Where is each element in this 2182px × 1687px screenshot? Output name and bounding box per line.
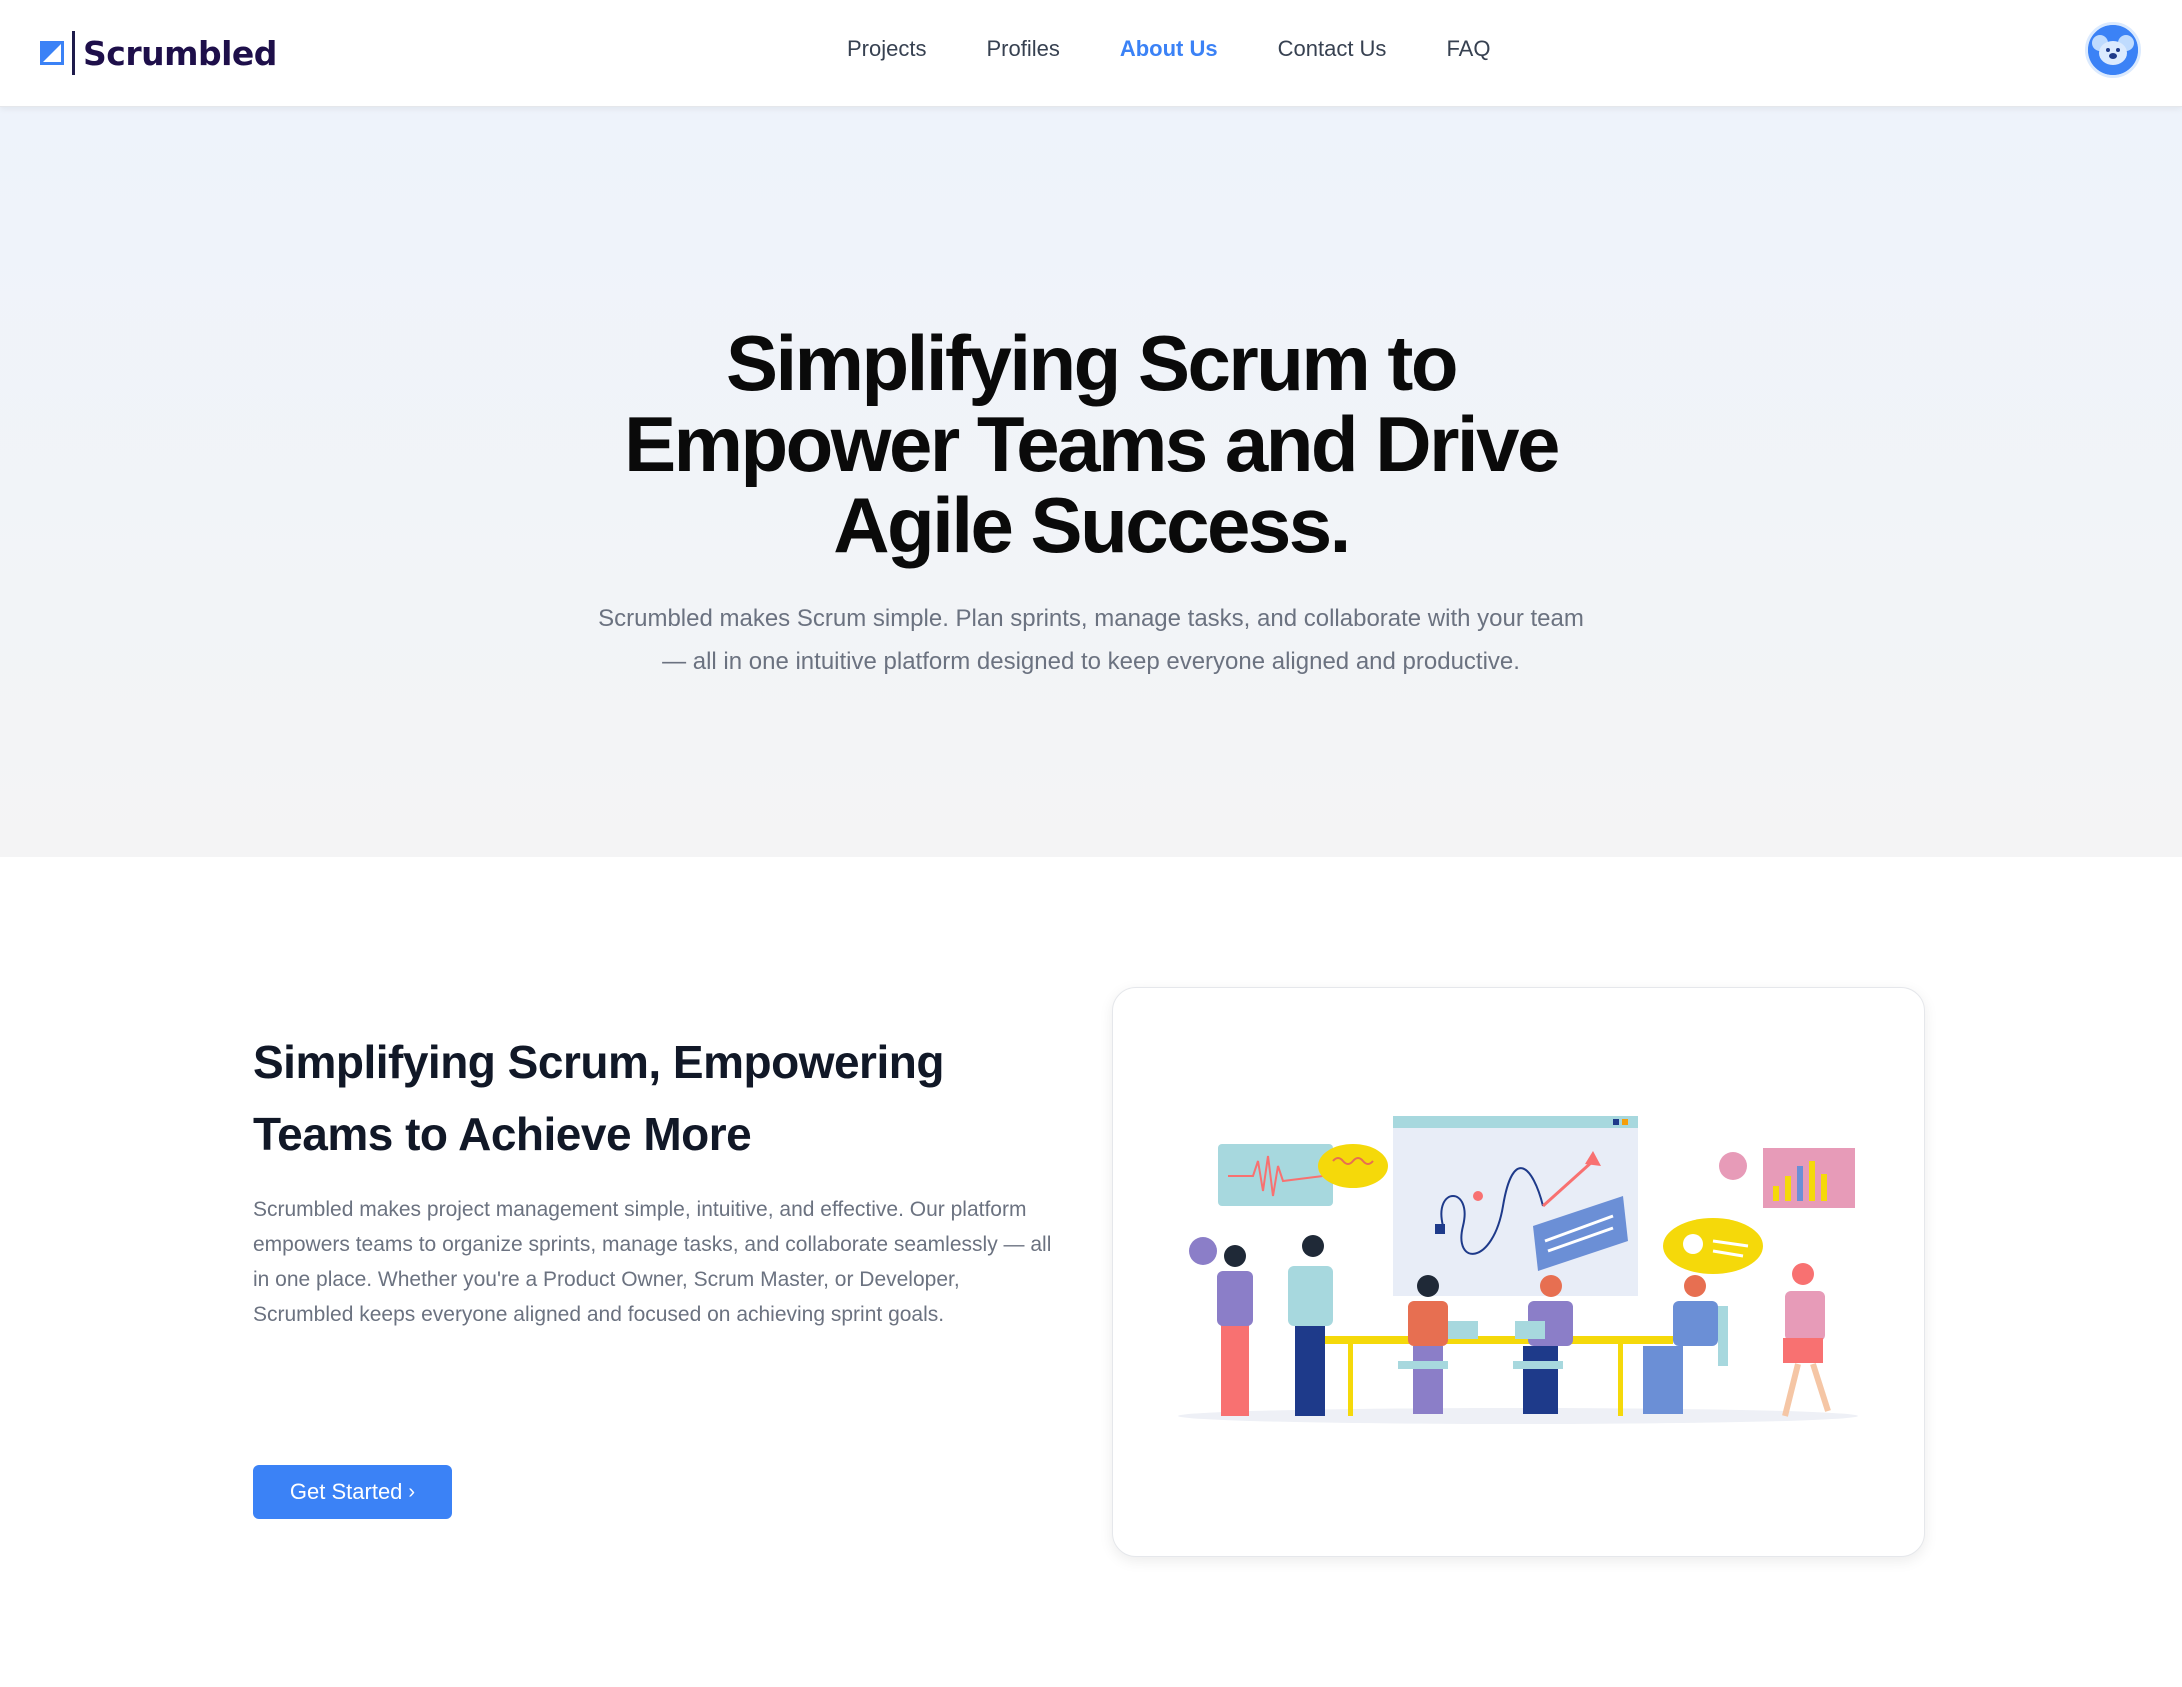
person-left-woman: [1217, 1245, 1253, 1416]
nav-projects[interactable]: Projects: [847, 36, 926, 62]
person-right-woman: [1782, 1263, 1831, 1417]
nav-faq[interactable]: FAQ: [1446, 36, 1490, 62]
nav-about-us[interactable]: About Us: [1120, 36, 1218, 62]
hero-title-line: Agile Success.: [833, 481, 1351, 569]
get-started-label: Get Started: [289, 1479, 403, 1504]
hero-section: Simplifying Scrum to Empower Teams and D…: [0, 107, 2182, 857]
koala-avatar-icon: [2088, 25, 2138, 75]
feature-description: Scrumbled makes project management simpl…: [253, 1198, 1052, 1326]
person-standing-man: [1288, 1235, 1333, 1416]
logo-mark-icon: [40, 41, 64, 65]
hero-title-line: Simplifying Scrum to: [725, 319, 1459, 407]
feature-title: Simplifying Scrum, Empowering Teams to A…: [253, 1026, 1053, 1170]
user-avatar[interactable]: [2085, 22, 2141, 78]
chevron-right-icon: ›: [408, 1480, 416, 1503]
feature-title-line: Simplifying Scrum, Empowering: [253, 1036, 944, 1088]
person-seated-3: [1643, 1275, 1718, 1414]
illustration-card: [1112, 987, 1925, 1557]
feature-title-line: Teams to Achieve More: [253, 1108, 752, 1160]
team-meeting-illustration: [1178, 1116, 1858, 1424]
site-header: Scrumbled Projects Profiles About Us Con…: [0, 0, 2182, 107]
logo-divider: [72, 31, 75, 75]
nav-contact-us[interactable]: Contact Us: [1278, 36, 1387, 62]
main-nav: Projects Profiles About Us Contact Us FA…: [847, 36, 1490, 62]
hero-subtitle: Scrumbled makes Scrum simple. Plan sprin…: [598, 605, 1584, 675]
logo[interactable]: Scrumbled: [40, 30, 277, 76]
nav-profiles[interactable]: Profiles: [986, 36, 1059, 62]
brand-name: Scrumbled: [83, 33, 277, 73]
hero-title-line: Empower Teams and Drive: [624, 400, 1560, 488]
get-started-button[interactable]: Get Started ›: [253, 1465, 452, 1519]
hero-title: Simplifying Scrum to Empower Teams and D…: [541, 323, 1641, 566]
